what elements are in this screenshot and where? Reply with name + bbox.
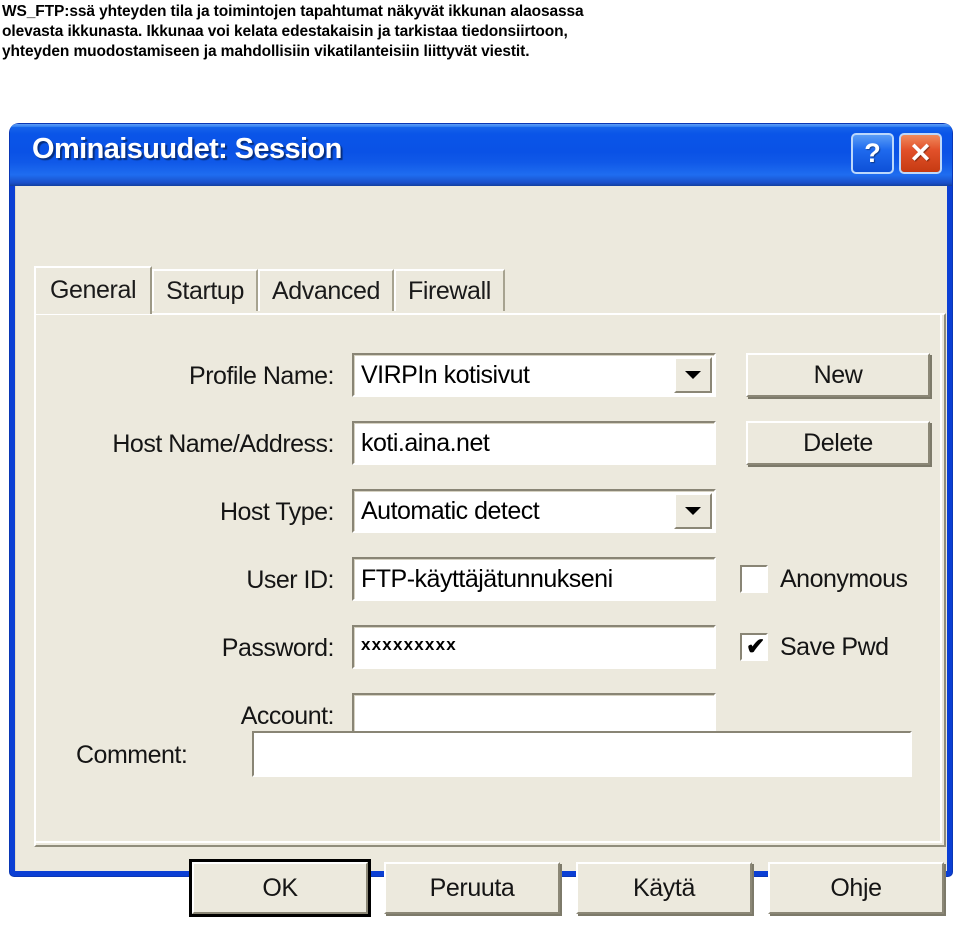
user-id-input[interactable]: FTP-käyttäjätunnukseni bbox=[352, 557, 716, 601]
ok-button[interactable]: OK bbox=[189, 859, 371, 917]
titlebar-buttons: ? ✕ bbox=[851, 133, 942, 174]
host-type-row: Host Type: Automatic detect bbox=[36, 489, 944, 535]
user-id-label: User ID: bbox=[246, 566, 334, 594]
comment-input[interactable] bbox=[252, 731, 912, 777]
help-button[interactable]: Ohje bbox=[768, 862, 944, 914]
anonymous-label: Anonymous bbox=[780, 564, 908, 593]
comment-label: Comment: bbox=[76, 741, 188, 769]
host-name-label: Host Name/Address: bbox=[112, 430, 334, 458]
save-pwd-checkbox-row: ✔ Save Pwd bbox=[740, 625, 889, 669]
anonymous-checkbox[interactable] bbox=[740, 565, 768, 593]
dialog-title: Ominaisuudet: Session bbox=[32, 133, 342, 165]
host-name-row: Host Name/Address: koti.aina.net Delete bbox=[36, 421, 944, 467]
user-id-row: User ID: FTP-käyttäjätunnukseni Anonymou… bbox=[36, 557, 944, 603]
properties-dialog: Ominaisuudet: Session ? ✕ General Startu… bbox=[10, 124, 952, 917]
profile-name-row: Profile Name: VIRPIn kotisivut New bbox=[36, 353, 944, 399]
tab-strip: General Startup Advanced Firewall bbox=[34, 266, 505, 314]
host-name-input[interactable]: koti.aina.net bbox=[352, 421, 716, 465]
checkmark-icon: ✔ bbox=[746, 633, 766, 659]
delete-button[interactable]: Delete bbox=[746, 421, 930, 465]
profile-name-value: VIRPIn kotisivut bbox=[361, 361, 530, 389]
save-pwd-label: Save Pwd bbox=[780, 632, 889, 661]
user-id-value: FTP-käyttäjätunnukseni bbox=[361, 565, 613, 593]
intro-paragraph: WS_FTP:ssä yhteyden tila ja toimintojen … bbox=[2, 3, 584, 61]
host-type-label: Host Type: bbox=[219, 498, 335, 526]
password-row: Password: xxxxxxxxx ✔ Save Pwd bbox=[36, 625, 944, 671]
dialog-footer: OK Peruuta Käytä Ohje bbox=[16, 859, 947, 932]
new-button[interactable]: New bbox=[746, 353, 930, 397]
help-icon[interactable]: ? bbox=[851, 133, 894, 174]
apply-button[interactable]: Käytä bbox=[576, 862, 752, 914]
profile-name-combobox[interactable]: VIRPIn kotisivut bbox=[352, 353, 716, 397]
save-pwd-checkbox[interactable]: ✔ bbox=[740, 633, 768, 661]
password-value: xxxxxxxxx bbox=[361, 635, 457, 654]
host-name-value: koti.aina.net bbox=[361, 429, 490, 457]
dialog-body: General Startup Advanced Firewall Profil… bbox=[15, 186, 947, 917]
cancel-button[interactable]: Peruuta bbox=[384, 862, 560, 914]
anonymous-checkbox-row: Anonymous bbox=[740, 557, 908, 601]
host-type-combobox[interactable]: Automatic detect bbox=[352, 489, 716, 533]
close-icon[interactable]: ✕ bbox=[899, 133, 942, 174]
password-label: Password: bbox=[221, 634, 335, 662]
chevron-down-icon[interactable] bbox=[674, 493, 712, 529]
tab-firewall[interactable]: Firewall bbox=[393, 269, 505, 311]
tab-startup[interactable]: Startup bbox=[152, 269, 258, 311]
tab-advanced[interactable]: Advanced bbox=[257, 269, 394, 311]
general-tab-panel: Profile Name: VIRPIn kotisivut New Host … bbox=[34, 313, 946, 847]
host-type-value: Automatic detect bbox=[361, 497, 540, 525]
tab-general[interactable]: General bbox=[34, 266, 153, 314]
profile-name-label: Profile Name: bbox=[189, 362, 334, 390]
password-input[interactable]: xxxxxxxxx bbox=[352, 625, 716, 669]
dialog-titlebar: Ominaisuudet: Session ? ✕ bbox=[10, 124, 952, 186]
chevron-down-icon[interactable] bbox=[674, 357, 712, 393]
